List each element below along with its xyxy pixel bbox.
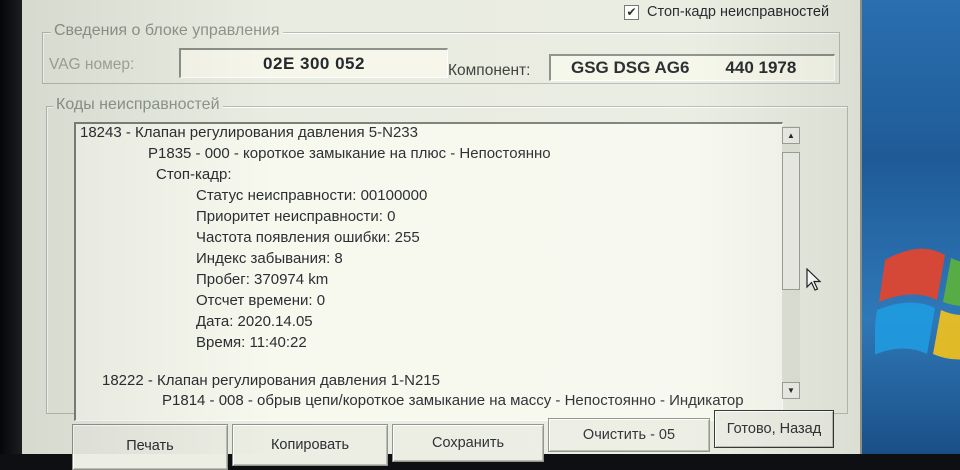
freeze-frame-line: Отсчет времени: 0 <box>196 292 326 309</box>
component-name: GSG DSG AG6 <box>571 58 690 77</box>
print-button[interactable]: Печать <box>72 424 228 470</box>
fault-detail-line: P1835 - 000 - короткое замыкание на плюс… <box>148 145 551 162</box>
done-back-button-label: Готово, Назад <box>726 421 822 437</box>
clear-codes-button-label: Очистить - 05 <box>582 427 676 443</box>
copy-button[interactable]: Копировать <box>232 424 388 466</box>
fault-codes-window: ✔ Стоп-кадр неисправностей Сведения о бл… <box>22 0 862 470</box>
windows-logo-icon <box>875 248 960 360</box>
ecu-info-legend: Сведения о блоке управления <box>51 22 283 40</box>
arrow-down-icon[interactable]: ▼ <box>782 382 800 399</box>
freeze-frame-line: Время: 11:40:22 <box>196 334 307 351</box>
save-button-label: Сохранить <box>431 435 505 451</box>
clear-codes-button[interactable]: Очистить - 05 <box>548 418 710 452</box>
vag-number-value: 02E 300 052 <box>263 53 365 73</box>
freeze-frame-option[interactable]: ✔ Стоп-кадр неисправностей <box>624 4 829 20</box>
freeze-frame-line: Статус неисправности: 00100000 <box>196 187 428 204</box>
vag-number-field: 02E 300 052 <box>179 48 448 78</box>
freeze-frame-line: Дата: 2020.14.05 <box>196 313 313 330</box>
copy-button-label: Копировать <box>270 437 350 453</box>
monitor-bezel <box>0 0 22 454</box>
fault-list-scrollbar[interactable]: ▲ ▼ <box>782 126 800 399</box>
check-icon[interactable]: ✔ <box>624 4 639 20</box>
desktop-background <box>845 0 960 454</box>
component-field: GSG DSG AG6 440 1978 <box>549 54 835 81</box>
component-label: Компонент: <box>448 62 531 79</box>
fault-codes-list[interactable]: 18243 - Клапан регулирования давления 5-… <box>74 122 783 421</box>
arrow-up-icon[interactable]: ▲ <box>782 127 800 144</box>
save-button[interactable]: Сохранить <box>392 424 544 462</box>
done-back-button[interactable]: Готово, Назад <box>714 410 834 448</box>
print-button-label: Печать <box>126 438 174 454</box>
ecu-info-group: Сведения о блоке управления VAG номер: 0… <box>42 22 840 84</box>
freeze-frame-heading: Стоп-кадр: <box>156 166 232 183</box>
scrollbar-thumb[interactable] <box>782 152 800 290</box>
freeze-frame-line: Индекс забывания: 8 <box>196 250 343 267</box>
freeze-frame-label: Стоп-кадр неисправностей <box>647 4 830 20</box>
fault-codes-legend: Коды неисправностей <box>53 96 223 114</box>
component-code: 440 1978 <box>725 58 797 77</box>
fault-detail-line: P1814 - 008 - обрыв цепи/короткое замыка… <box>162 392 744 409</box>
freeze-frame-line: Частота появления ошибки: 255 <box>196 229 420 246</box>
fault-code-line: 18222 - Клапан регулирования давления 1-… <box>102 372 440 389</box>
mouse-pointer-icon <box>806 268 822 291</box>
fault-code-line: 18243 - Клапан регулирования давления 5-… <box>80 124 418 141</box>
freeze-frame-line: Пробег: 370974 km <box>196 271 329 288</box>
freeze-frame-line: Приоритет неисправности: 0 <box>196 208 396 225</box>
vag-number-label: VAG номер: <box>49 56 135 73</box>
